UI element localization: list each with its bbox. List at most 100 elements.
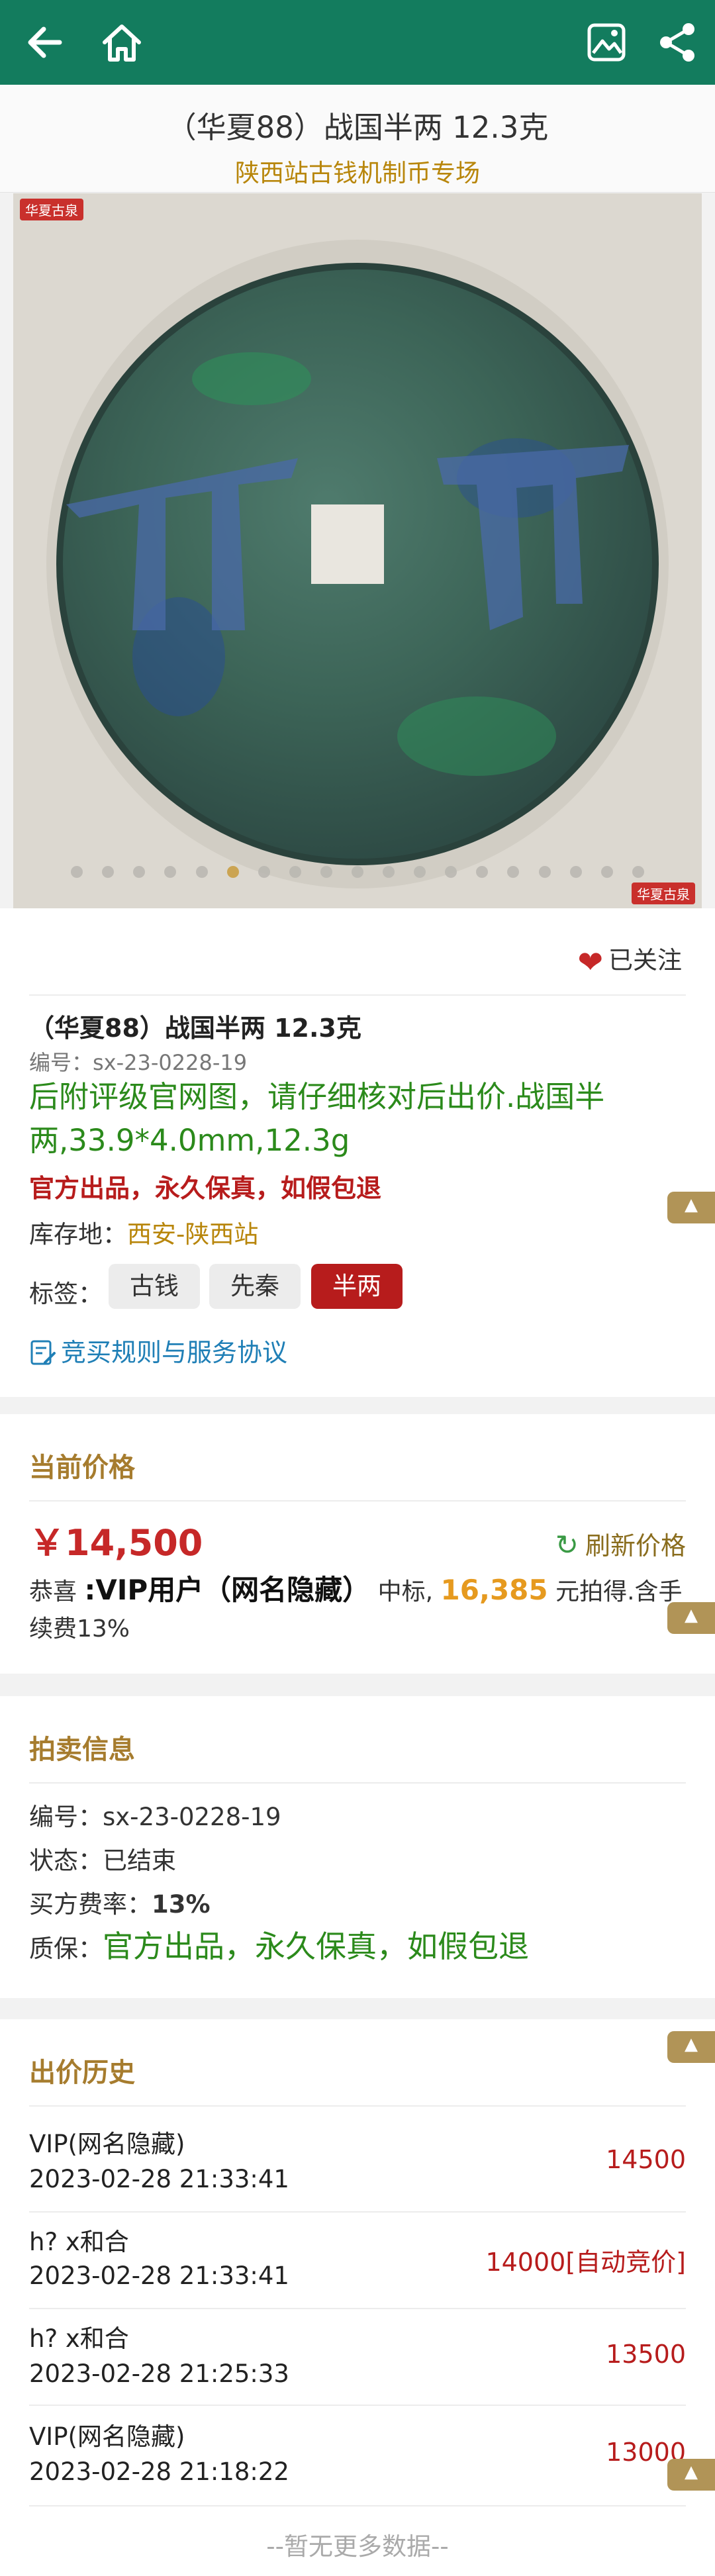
product-photo-carousel[interactable]: 华夏古泉 华夏古泉 <box>13 193 702 908</box>
item-title: （华夏88）战国半两 12.3克 <box>29 1014 361 1043</box>
carousel-dot[interactable] <box>414 866 426 878</box>
auction-row-fee: 买方费率：13% <box>29 1884 211 1920</box>
page-subtitle[interactable]: 陕西站古钱机制币专场 <box>0 153 715 189</box>
divider <box>29 2308 686 2309</box>
watermark-top-left: 华夏古泉 <box>20 199 83 220</box>
side-tab-handle[interactable]: ▲ <box>667 2031 715 2063</box>
tag-item-active[interactable]: 半两 <box>311 1264 403 1309</box>
side-tab-handle[interactable]: ▲ <box>667 2459 715 2491</box>
rules-link-label: 竞买规则与服务协议 <box>61 1338 288 1367</box>
carousel-dot[interactable] <box>600 866 613 878</box>
auction-row-status: 状态：已结束 <box>29 1840 176 1876</box>
auction-section-title: 拍卖信息 <box>29 1735 135 1765</box>
page-title: （华夏88）战国半两 12.3克 <box>166 110 549 145</box>
carousel-dot[interactable] <box>320 866 332 878</box>
follow-label: 已关注 <box>608 946 682 975</box>
coin-photo <box>13 193 702 908</box>
winner-notice: 恭喜 :VIP用户（网名隐藏） 中标, 16,385 元拍得.含手续费13% <box>29 1572 691 1648</box>
home-icon[interactable] <box>98 19 146 66</box>
bid-history-card: ▲ 出价历史 VIP(网名隐藏) 2023-02-28 21:33:41 145… <box>0 2019 715 2576</box>
divider <box>29 2405 686 2406</box>
carousel-dot[interactable] <box>383 866 395 878</box>
title-area: （华夏88）战国半两 12.3克 陕西站古钱机制币专场 <box>0 85 715 193</box>
row-label: 编号： <box>29 1803 103 1831</box>
winner-name: :VIP用户（网名隐藏） <box>84 1574 371 1606</box>
carousel-dot[interactable] <box>71 866 83 878</box>
side-tab-handle[interactable]: ▲ <box>667 1602 715 1634</box>
bid-price: 14000[自动竞价] <box>485 2248 686 2277</box>
bid-name: h? x和合 <box>29 2228 129 2256</box>
bid-price: 14500 <box>606 2145 686 2174</box>
store-value[interactable]: 西安-陕西站 <box>127 1220 258 1249</box>
tag-item[interactable]: 古钱 <box>109 1264 200 1309</box>
bid-time: 2023-02-28 21:33:41 <box>29 2165 289 2193</box>
row-label: 买方费率： <box>29 1890 152 1919</box>
divider <box>29 2105 686 2107</box>
rules-link[interactable]: 竞买规则与服务协议 <box>29 1332 287 1368</box>
heart-icon: ❤ <box>577 944 603 980</box>
carousel-dot[interactable] <box>632 866 644 878</box>
bid-name: VIP(网名隐藏) <box>29 2130 185 2158</box>
winner-mid: 中标, <box>377 1578 434 1605</box>
watermark-bottom-right: 华夏古泉 <box>632 883 695 904</box>
auction-row-warranty: 质保：官方出品，永久保真，如假包退 <box>29 1923 529 1966</box>
back-arrow-icon[interactable] <box>21 19 69 66</box>
bid-price: 13500 <box>606 2340 686 2369</box>
history-section-title: 出价历史 <box>29 2058 135 2088</box>
document-edit-icon <box>30 1340 56 1365</box>
current-price: ￥14,500 <box>29 1522 203 1564</box>
price-card: 当前价格 ￥14,500 ↻ 刷新价格 恭喜 :VIP用户（网名隐藏） 中标, 1… <box>0 1414 715 1674</box>
item-store: 库存地：西安-陕西站 <box>29 1214 258 1250</box>
item-description: 后附评级官网图，请仔细核对后出价.战国半两,33.9*4.0mm,12.3g <box>29 1079 605 1158</box>
divider <box>29 1782 686 1784</box>
refresh-label: 刷新价格 <box>585 1531 686 1560</box>
side-tab-handle[interactable]: ▲ <box>667 1192 715 1223</box>
bid-name: h? x和合 <box>29 2324 129 2353</box>
follow-button[interactable]: ❤ 已关注 <box>577 940 682 980</box>
auction-info-card: 拍卖信息 编号：sx-23-0228-19 状态：已结束 买方费率：13% 质保… <box>0 1696 715 1998</box>
bid-time: 2023-02-28 21:25:33 <box>29 2360 289 2388</box>
item-info-card: ❤ 已关注 （华夏88）战国半两 12.3克 编号：sx-23-0228-19 后… <box>0 908 715 1397</box>
carousel-dot[interactable] <box>133 866 146 878</box>
carousel-dot[interactable] <box>289 866 301 878</box>
refresh-icon: ↻ <box>555 1529 579 1561</box>
divider <box>29 1500 686 1502</box>
price-section-title: 当前价格 <box>29 1453 135 1483</box>
carousel-dot[interactable] <box>569 866 582 878</box>
no-more-data: --暂无更多数据-- <box>266 2532 449 2561</box>
winner-amount: 16,385 <box>440 1574 548 1606</box>
divider <box>29 2505 686 2506</box>
carousel-dot[interactable] <box>164 866 177 878</box>
row-label: 质保： <box>29 1934 103 1963</box>
tags-label: 标签： <box>29 1280 103 1308</box>
carousel-dot[interactable] <box>507 866 520 878</box>
store-label: 库存地： <box>29 1220 127 1249</box>
carousel-dot[interactable] <box>476 866 489 878</box>
carousel-dot[interactable] <box>195 866 208 878</box>
tag-item[interactable]: 先秦 <box>209 1264 301 1309</box>
auction-row-number: 编号：sx-23-0228-19 <box>29 1797 281 1833</box>
row-value: 官方出品，永久保真，如假包退 <box>103 1929 529 1964</box>
bid-time: 2023-02-28 21:18:22 <box>29 2457 289 2486</box>
image-gallery-icon[interactable] <box>583 19 630 66</box>
carousel-dot-active[interactable] <box>226 866 239 878</box>
refresh-price-button[interactable]: ↻ 刷新价格 <box>555 1525 686 1562</box>
item-number: 编号：sx-23-0228-19 <box>29 1050 248 1075</box>
carousel-dot[interactable] <box>102 866 115 878</box>
bid-name: VIP(网名隐藏) <box>29 2422 185 2451</box>
carousel-dot[interactable] <box>538 866 551 878</box>
item-guarantee: 官方出品，永久保真，如假包退 <box>29 1174 382 1203</box>
carousel-dots <box>13 866 702 881</box>
bid-time: 2023-02-28 21:33:41 <box>29 2262 289 2290</box>
row-label: 状态： <box>29 1846 103 1875</box>
row-value: sx-23-0228-19 <box>103 1803 281 1831</box>
carousel-dot[interactable] <box>445 866 457 878</box>
divider <box>29 994 686 996</box>
row-value: 已结束 <box>103 1846 176 1875</box>
share-icon[interactable] <box>654 19 702 66</box>
carousel-dot[interactable] <box>352 866 363 878</box>
divider <box>29 2211 686 2213</box>
top-bar <box>0 0 715 85</box>
winner-prefix: 恭喜 <box>29 1578 77 1605</box>
carousel-dot[interactable] <box>258 866 270 878</box>
